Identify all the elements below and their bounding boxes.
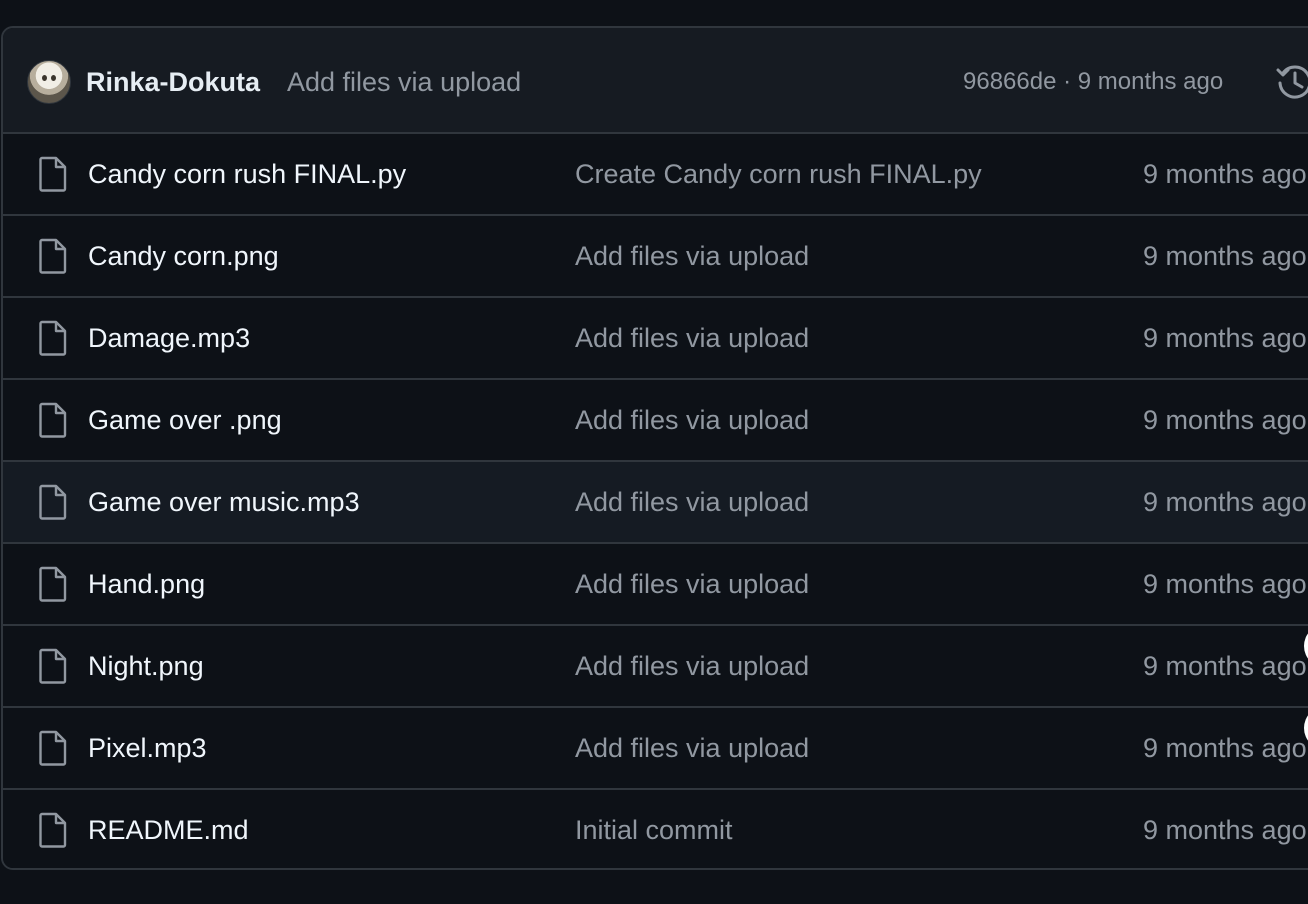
file-commit-age: 9 months ago [1143, 405, 1307, 435]
file-commit-age: 9 months ago [1143, 487, 1307, 517]
file-commit-age: 9 months ago [1143, 159, 1307, 189]
file-name-link[interactable]: Hand.png [88, 566, 205, 602]
file-commit-message-link[interactable]: Add files via upload [575, 648, 809, 684]
file-icon [39, 730, 67, 766]
file-commit-age: 9 months ago [1143, 651, 1307, 681]
file-commit-message-link[interactable]: Add files via upload [575, 320, 809, 356]
file-name-link[interactable]: Damage.mp3 [88, 320, 250, 356]
file-commit-age: 9 months ago [1143, 323, 1307, 353]
file-name-link[interactable]: Game over .png [88, 402, 282, 438]
file-name-link[interactable]: Pixel.mp3 [88, 730, 207, 766]
file-name-link[interactable]: Candy corn rush FINAL.py [88, 156, 406, 192]
file-commit-age: 9 months ago [1143, 733, 1307, 763]
file-row[interactable]: Pixel.mp3 Add files via upload 9 months ag… [3, 708, 1308, 790]
file-icon [39, 484, 67, 520]
file-icon [39, 812, 67, 848]
file-commit-message-link[interactable]: Create Candy corn rush FINAL.py [575, 156, 982, 192]
file-icon [39, 648, 67, 684]
latest-commit-bar: Rinka-Dokuta Add files via upload 96866d… [3, 28, 1308, 134]
file-row[interactable]: Candy corn rush FINAL.py Create Candy cor… [3, 134, 1308, 216]
file-row[interactable]: Candy corn.png Add files via upload 9 mont… [3, 216, 1308, 298]
file-commit-message-link[interactable]: Add files via upload [575, 730, 809, 766]
latest-commit-message[interactable]: Add files via upload [287, 64, 521, 100]
file-row[interactable]: Game over .png Add files via upload 9 mont… [3, 380, 1308, 462]
file-browser-panel: Rinka-Dokuta Add files via upload 96866d… [1, 26, 1308, 870]
history-icon[interactable] [1275, 62, 1308, 102]
file-row[interactable]: README.md Initial commit 9 months ago [3, 790, 1308, 868]
file-commit-message-link[interactable]: Add files via upload [575, 402, 809, 438]
file-name-link[interactable]: README.md [88, 812, 249, 848]
file-icon [39, 402, 67, 438]
file-commit-age: 9 months ago [1143, 569, 1307, 599]
avatar[interactable] [27, 60, 71, 104]
file-icon [39, 320, 67, 356]
file-commit-message-link[interactable]: Add files via upload [575, 484, 809, 520]
file-icon [39, 238, 67, 274]
commit-hash-and-time[interactable]: 96866de · 9 months ago [963, 66, 1223, 98]
file-commit-message-link[interactable]: Initial commit [575, 812, 733, 848]
file-row[interactable]: Game over music.mp3 Add files via upload 9… [3, 462, 1308, 544]
file-name-link[interactable]: Candy corn.png [88, 238, 279, 274]
file-row[interactable]: Damage.mp3 Add files via upload 9 months a… [3, 298, 1308, 380]
file-commit-message-link[interactable]: Add files via upload [575, 566, 809, 602]
file-icon [39, 156, 67, 192]
file-name-link[interactable]: Night.png [88, 648, 204, 684]
file-commit-message-link[interactable]: Add files via upload [575, 238, 809, 274]
file-name-link[interactable]: Game over music.mp3 [88, 484, 360, 520]
file-row[interactable]: Hand.png Add files via upload 9 months ago [3, 544, 1308, 626]
file-icon [39, 566, 67, 602]
file-commit-age: 9 months ago [1143, 815, 1307, 845]
file-row[interactable]: Night.png Add files via upload 9 months ag… [3, 626, 1308, 708]
file-commit-age: 9 months ago [1143, 241, 1307, 271]
commit-author-link[interactable]: Rinka-Dokuta [86, 64, 260, 100]
file-list: Candy corn rush FINAL.py Create Candy cor… [3, 134, 1308, 868]
